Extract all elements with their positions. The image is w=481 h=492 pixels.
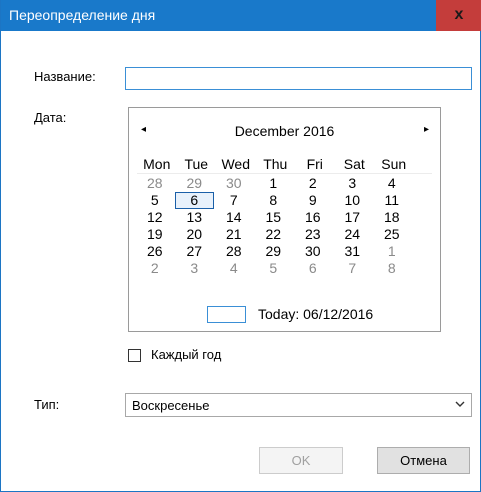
weekday-label: Fri <box>306 156 323 172</box>
cancel-button[interactable]: Отмена <box>377 447 470 474</box>
chevron-down-icon <box>455 401 465 407</box>
calendar-day[interactable]: 28 <box>214 243 254 260</box>
calendar-week-row: 5 6 7 8 9 10 11 <box>129 192 440 209</box>
calendar-day[interactable]: 3 <box>175 260 215 277</box>
calendar-day[interactable]: 8 <box>254 192 294 209</box>
calendar-day[interactable]: 1 <box>254 175 294 192</box>
weekday-label: Wed <box>221 156 251 172</box>
calendar-day[interactable]: 29 <box>175 175 215 192</box>
calendar-grid: Mon Tue Wed Thu Fri Sat Sun 28 29 30 1 2 3 4 5 6… <box>129 154 440 277</box>
today-marker-icon <box>207 306 246 323</box>
type-select[interactable]: Воскресенье <box>125 393 472 417</box>
yearly-checkbox-label[interactable]: Каждый год <box>151 347 221 362</box>
calendar-day[interactable]: 8 <box>372 260 412 277</box>
calendar-day[interactable]: 19 <box>135 226 175 243</box>
dialog-window: Переопределение дня x Название: Дата: ◂ … <box>0 0 481 492</box>
calendar-day[interactable]: 17 <box>333 209 373 226</box>
calendar-day[interactable]: 7 <box>214 192 254 209</box>
calendar-day[interactable]: 18 <box>372 209 412 226</box>
calendar-day[interactable]: 28 <box>135 175 175 192</box>
calendar-weeks: 28 29 30 1 2 3 4 5 6 7 8 9 10 11 12 13 14 15 16 17 18 19 20 21 2… <box>129 175 440 277</box>
calendar-day[interactable]: 27 <box>175 243 215 260</box>
calendar-day[interactable]: 30 <box>293 243 333 260</box>
calendar-week-row: 19 20 21 22 23 24 25 <box>129 226 440 243</box>
today-link[interactable]: Today: 06/12/2016 <box>258 306 373 322</box>
ok-button[interactable]: OK <box>259 447 343 474</box>
calendar-day[interactable]: 23 <box>293 226 333 243</box>
yearly-checkbox[interactable] <box>128 349 141 362</box>
calendar-day[interactable]: 7 <box>333 260 373 277</box>
weekday-label: Mon <box>143 156 171 172</box>
calendar-day[interactable]: 6 <box>174 192 214 209</box>
calendar-day[interactable]: 15 <box>254 209 294 226</box>
calendar-day[interactable]: 24 <box>333 226 373 243</box>
calendar-day[interactable]: 5 <box>254 260 294 277</box>
close-button[interactable]: x <box>436 0 481 31</box>
weekday-label: Sun <box>381 156 407 172</box>
weekday-label: Tue <box>184 156 209 172</box>
type-label: Тип: <box>34 397 60 412</box>
type-select-value: Воскресенье <box>132 398 210 413</box>
weekday-label: Thu <box>263 156 288 172</box>
calendar-day[interactable]: 4 <box>214 260 254 277</box>
weekday-header: Mon Tue Wed Thu Fri Sat Sun <box>137 154 432 174</box>
calendar-day[interactable]: 31 <box>333 243 373 260</box>
calendar-day[interactable]: 21 <box>214 226 254 243</box>
calendar-day[interactable]: 2 <box>293 175 333 192</box>
calendar-day[interactable]: 29 <box>254 243 294 260</box>
calendar-day[interactable]: 25 <box>372 226 412 243</box>
calendar-day[interactable]: 14 <box>214 209 254 226</box>
calendar-week-row: 28 29 30 1 2 3 4 <box>129 175 440 192</box>
calendar-day[interactable]: 13 <box>175 209 215 226</box>
calendar-day[interactable]: 30 <box>214 175 254 192</box>
calendar-day[interactable]: 16 <box>293 209 333 226</box>
name-input[interactable] <box>125 67 472 90</box>
calendar-day[interactable]: 1 <box>372 243 412 260</box>
calendar-day[interactable]: 20 <box>175 226 215 243</box>
name-label: Название: <box>34 69 96 84</box>
calendar-week-row: 12 13 14 15 16 17 18 <box>129 209 440 226</box>
calendar-week-row: 26 27 28 29 30 31 1 <box>129 243 440 260</box>
date-calendar[interactable]: ◂ December 2016 ▸ Mon Tue Wed Thu Fri Sa… <box>128 107 441 332</box>
calendar-day[interactable]: 10 <box>333 192 373 209</box>
calendar-day[interactable]: 12 <box>135 209 175 226</box>
weekday-label: Sat <box>343 156 365 172</box>
calendar-day[interactable]: 9 <box>293 192 333 209</box>
calendar-day[interactable]: 5 <box>135 192 175 209</box>
date-label: Дата: <box>34 110 67 125</box>
calendar-day[interactable]: 2 <box>135 260 175 277</box>
calendar-week-row: 2345678 <box>129 260 440 277</box>
calendar-day[interactable]: 11 <box>372 192 412 209</box>
calendar-day[interactable]: 3 <box>333 175 373 192</box>
calendar-day[interactable]: 26 <box>135 243 175 260</box>
title-bar[interactable]: Переопределение дня x <box>1 0 481 31</box>
calendar-day[interactable]: 4 <box>372 175 412 192</box>
calendar-month-title[interactable]: December 2016 <box>129 123 440 139</box>
next-month-icon[interactable]: ▸ <box>424 124 429 135</box>
calendar-day[interactable]: 22 <box>254 226 294 243</box>
calendar-day[interactable]: 6 <box>293 260 333 277</box>
window-title: Переопределение дня <box>9 7 156 23</box>
